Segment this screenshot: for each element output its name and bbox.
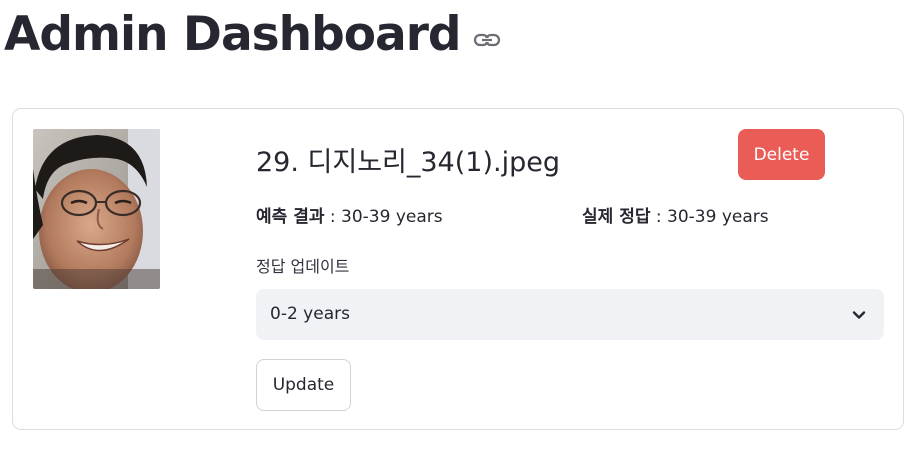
update-field-label: 정답 업데이트	[256, 257, 350, 276]
actual-answer: 실제 정답 : 30-39 years	[582, 203, 769, 231]
page-title: Admin Dashboard	[4, 7, 462, 62]
file-title: 29. 디지노리_34(1).jpeg	[256, 147, 560, 178]
link-icon[interactable]	[473, 32, 501, 48]
chevron-down-icon	[852, 307, 866, 321]
answer-select[interactable]: 0-2 years	[256, 289, 884, 340]
delete-button[interactable]: Delete	[738, 129, 825, 180]
face-photo	[33, 129, 160, 289]
title-row: Admin Dashboard	[4, 4, 501, 66]
prediction-result: 예측 결과 : 30-39 years	[256, 203, 443, 231]
update-button[interactable]: Update	[256, 359, 351, 411]
record-card: 29. 디지노리_34(1).jpeg Delete 예측 결과 : 30-39…	[12, 108, 904, 430]
answer-select-value: 0-2 years	[270, 304, 350, 324]
prediction-value: : 30-39 years	[324, 207, 443, 227]
dashboard-page: Admin Dashboard 29. 디지노리_34(1).jpeg Dele…	[0, 0, 920, 449]
actual-value: : 30-39 years	[650, 207, 769, 227]
actual-label: 실제 정답	[582, 207, 651, 227]
prediction-label: 예측 결과	[256, 207, 325, 227]
